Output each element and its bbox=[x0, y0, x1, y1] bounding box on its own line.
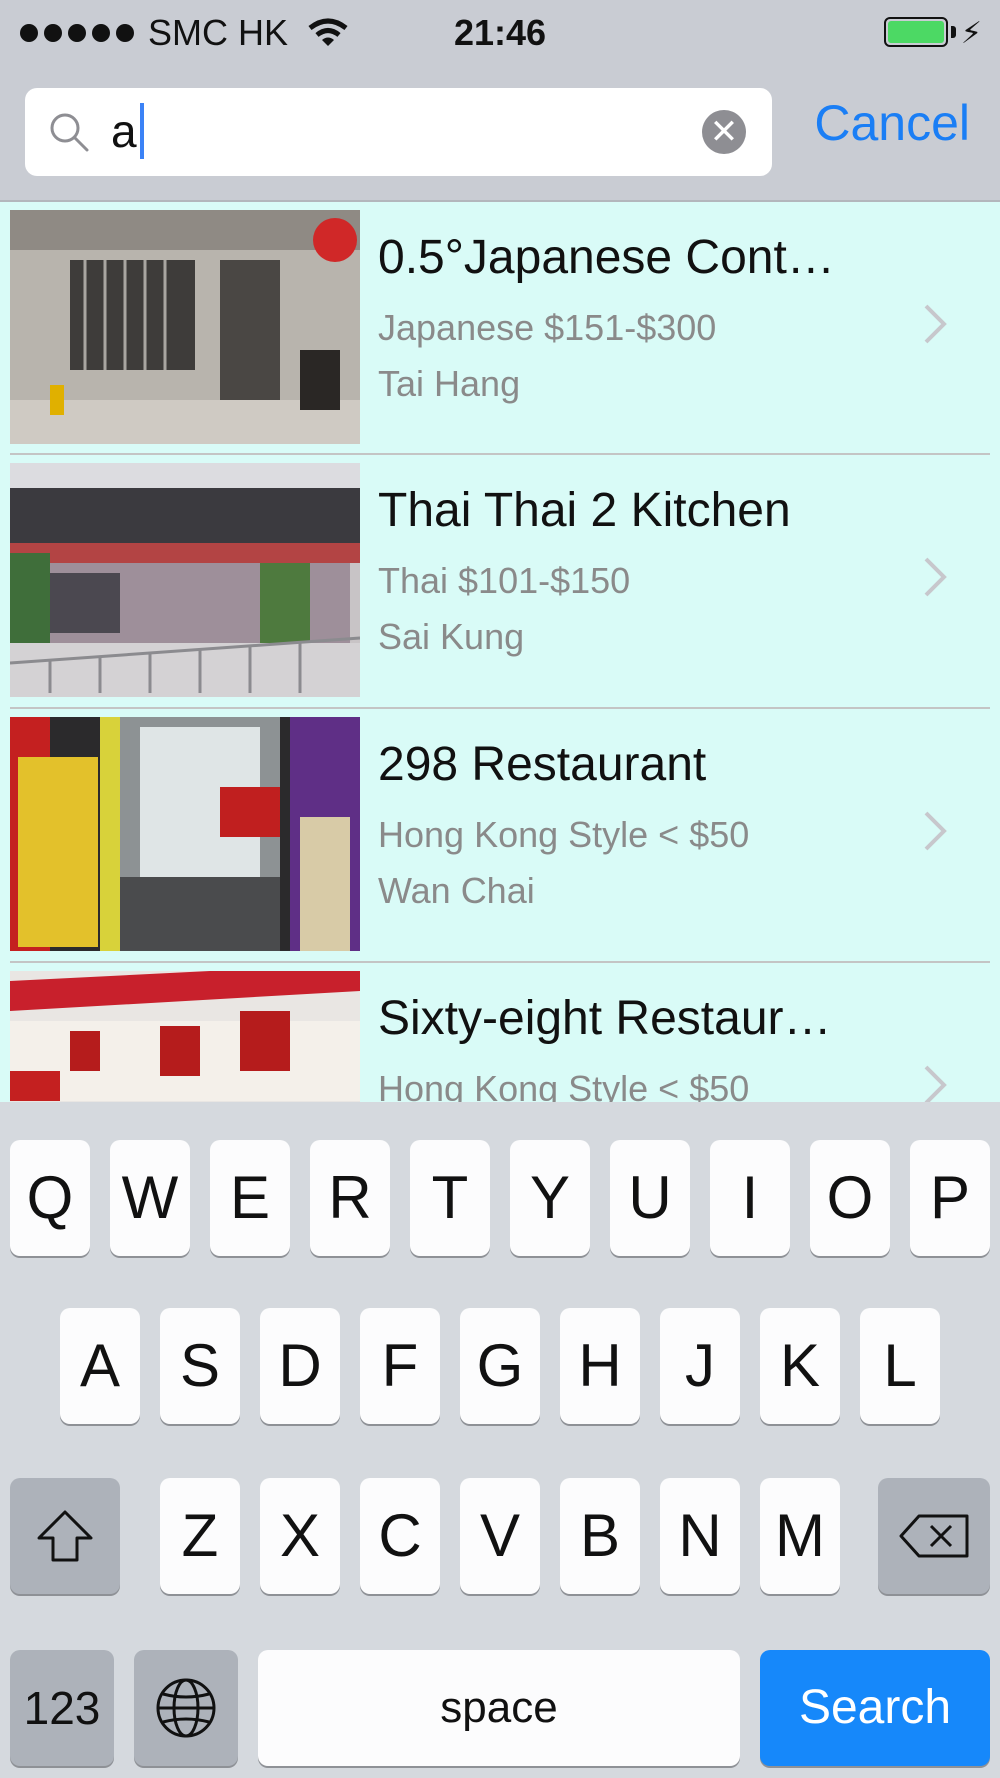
key-l[interactable]: L bbox=[860, 1308, 940, 1424]
cancel-button[interactable]: Cancel bbox=[814, 94, 970, 152]
search-input[interactable]: a ✕ bbox=[25, 88, 772, 176]
key-d[interactable]: D bbox=[260, 1308, 340, 1424]
restaurant-district: Sai Kung bbox=[378, 616, 525, 657]
chevron-right-icon bbox=[924, 811, 947, 851]
restaurant-name: Thai Thai 2 Kitchen bbox=[378, 484, 791, 537]
restaurant-cuisine-price: Thai $101-$150 bbox=[378, 560, 631, 601]
key-k[interactable]: K bbox=[760, 1308, 840, 1424]
key-f[interactable]: F bbox=[360, 1308, 440, 1424]
globe-icon bbox=[156, 1678, 216, 1738]
key-b[interactable]: B bbox=[560, 1478, 640, 1594]
restaurant-district: Tai Hang bbox=[378, 363, 521, 404]
search-bar: a ✕ Cancel bbox=[0, 66, 1000, 202]
backspace-icon bbox=[899, 1514, 969, 1558]
chevron-right-icon bbox=[924, 304, 947, 344]
key-i[interactable]: I bbox=[710, 1140, 790, 1256]
status-bar: SMC HK 21:46 ⚡︎ bbox=[0, 0, 1000, 66]
key-m[interactable]: M bbox=[760, 1478, 840, 1594]
restaurant-photo bbox=[10, 210, 360, 444]
clear-icon[interactable]: ✕ bbox=[702, 110, 746, 154]
globe-key[interactable] bbox=[134, 1650, 238, 1766]
battery-icon bbox=[884, 17, 948, 47]
list-item[interactable]: 0.5°Japanese Cont… Japanese $151-$300 Ta… bbox=[0, 202, 1000, 456]
search-query: a bbox=[111, 105, 137, 157]
key-j[interactable]: J bbox=[660, 1308, 740, 1424]
restaurant-cuisine-price: Hong Kong Style < $50 bbox=[378, 814, 750, 855]
list-item[interactable]: Thai Thai 2 Kitchen Thai $101-$150 Sai K… bbox=[0, 455, 1000, 709]
restaurant-photo bbox=[10, 971, 360, 1102]
numbers-key[interactable]: 123 bbox=[10, 1650, 114, 1766]
search-key[interactable]: Search bbox=[760, 1650, 990, 1766]
key-z[interactable]: Z bbox=[160, 1478, 240, 1594]
key-w[interactable]: W bbox=[110, 1140, 190, 1256]
key-s[interactable]: S bbox=[160, 1308, 240, 1424]
key-o[interactable]: O bbox=[810, 1140, 890, 1256]
delete-key[interactable] bbox=[878, 1478, 990, 1594]
space-key[interactable]: space bbox=[258, 1650, 740, 1766]
restaurant-district: Wan Chai bbox=[378, 870, 535, 911]
key-a[interactable]: A bbox=[60, 1308, 140, 1424]
key-p[interactable]: P bbox=[910, 1140, 990, 1256]
text-caret bbox=[139, 102, 144, 159]
battery-cap bbox=[951, 26, 956, 38]
search-icon bbox=[50, 113, 89, 152]
restaurant-cuisine-price: Japanese $151-$300 bbox=[378, 307, 717, 348]
restaurant-name: 298 Restaurant bbox=[378, 738, 707, 791]
restaurant-name: Sixty-eight Restaur… bbox=[378, 992, 832, 1045]
key-v[interactable]: V bbox=[460, 1478, 540, 1594]
restaurant-name: 0.5°Japanese Cont… bbox=[378, 231, 835, 284]
chevron-right-icon bbox=[924, 1065, 947, 1102]
shift-key[interactable] bbox=[10, 1478, 120, 1594]
clock: 21:46 bbox=[453, 12, 547, 53]
restaurant-cuisine-price: Hong Kong Style < $50 bbox=[378, 1068, 750, 1102]
list-item[interactable]: 298 Restaurant Hong Kong Style < $50 Wan… bbox=[0, 709, 1000, 963]
shift-icon bbox=[37, 1510, 93, 1562]
list-item[interactable]: Sixty-eight Restaur… Hong Kong Style < $… bbox=[0, 963, 1000, 1102]
key-h[interactable]: H bbox=[560, 1308, 640, 1424]
key-e[interactable]: E bbox=[210, 1140, 290, 1256]
restaurant-photo bbox=[10, 463, 360, 697]
key-g[interactable]: G bbox=[460, 1308, 540, 1424]
key-y[interactable]: Y bbox=[510, 1140, 590, 1256]
search-query-wrapper: a bbox=[111, 102, 144, 163]
keyboard: Q W E R T Y U I O P A S D F G H J K L Z … bbox=[0, 1102, 1000, 1778]
key-n[interactable]: N bbox=[660, 1478, 740, 1594]
key-u[interactable]: U bbox=[610, 1140, 690, 1256]
key-c[interactable]: C bbox=[360, 1478, 440, 1594]
key-t[interactable]: T bbox=[410, 1140, 490, 1256]
chevron-right-icon bbox=[924, 557, 947, 597]
key-q[interactable]: Q bbox=[10, 1140, 90, 1256]
results-list: 0.5°Japanese Cont… Japanese $151-$300 Ta… bbox=[0, 202, 1000, 1102]
restaurant-photo bbox=[10, 717, 360, 951]
key-r[interactable]: R bbox=[310, 1140, 390, 1256]
charging-icon: ⚡︎ bbox=[960, 17, 982, 50]
key-x[interactable]: X bbox=[260, 1478, 340, 1594]
